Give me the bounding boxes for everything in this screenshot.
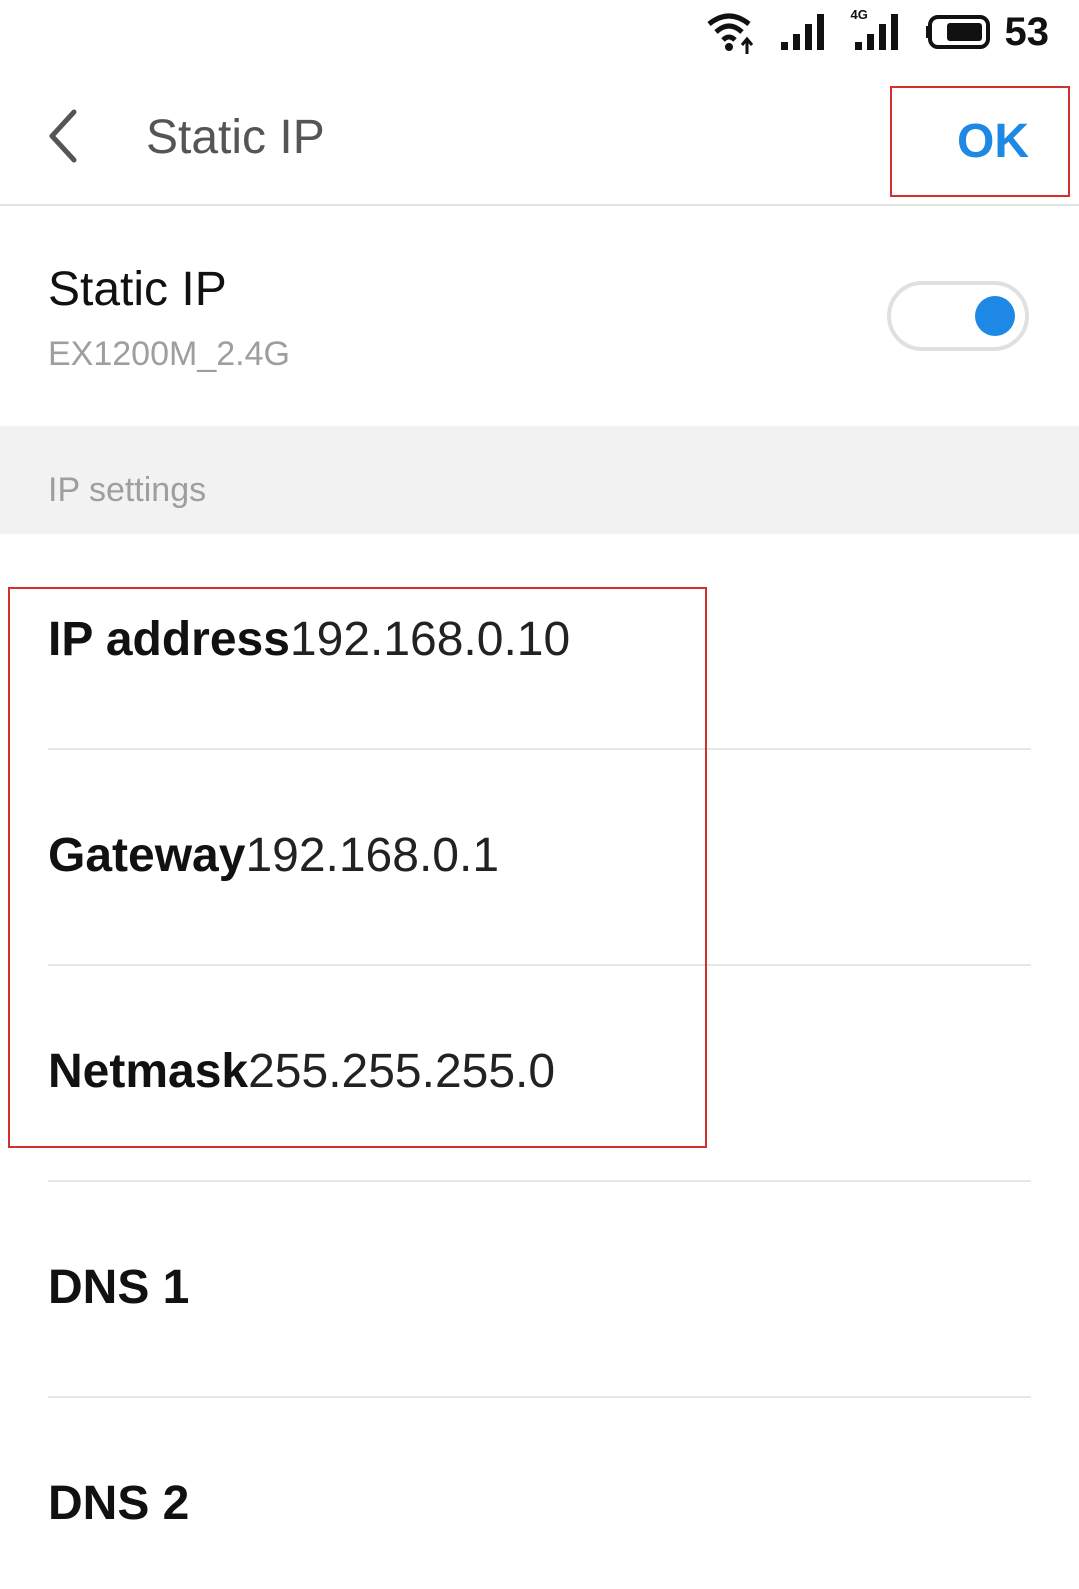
battery-level: 53 <box>1004 10 1050 54</box>
battery-icon <box>925 15 991 49</box>
field-label: Netmask <box>48 1045 249 1098</box>
field-label: IP address <box>48 613 290 666</box>
gateway-field[interactable]: Gateway192.168.0.1 <box>0 750 1079 966</box>
dns1-field[interactable]: DNS 1 <box>0 1182 1079 1398</box>
ok-button[interactable]: OK <box>890 86 1070 197</box>
field-label: DNS 1 <box>48 1261 190 1314</box>
network-type-label: 4G <box>850 7 868 22</box>
dns2-field[interactable]: DNS 2 <box>0 1398 1079 1589</box>
ip-address-field[interactable]: IP address192.168.0.10 <box>0 534 1079 750</box>
gateway-input[interactable]: 192.168.0.1 <box>245 829 499 882</box>
static-ip-toggle-row[interactable]: Static IP EX1200M_2.4G <box>0 208 1079 426</box>
page-title: Static IP <box>146 111 325 164</box>
section-title: IP settings <box>48 471 207 509</box>
static-ip-screen: 4G 53 Static IP OK Static IP EX1200M_2.4… <box>0 0 1079 1589</box>
static-ip-switch[interactable] <box>887 281 1029 351</box>
field-label: Gateway <box>48 829 246 882</box>
signal-icon <box>779 12 827 52</box>
wifi-icon <box>706 10 755 54</box>
status-bar: 4G 53 <box>0 0 1079 66</box>
netmask-input[interactable]: 255.255.255.0 <box>248 1045 555 1098</box>
chevron-left-icon <box>49 109 77 163</box>
ip-address-input[interactable]: 192.168.0.10 <box>290 613 570 666</box>
network-ssid: EX1200M_2.4G <box>48 335 290 373</box>
ip-settings-header: IP settings <box>0 426 1079 534</box>
back-button[interactable] <box>40 106 90 166</box>
netmask-field[interactable]: Netmask255.255.255.0 <box>0 966 1079 1182</box>
status-icons: 4G 53 <box>706 8 1050 54</box>
switch-knob <box>975 296 1015 336</box>
4g-signal-icon: 4G <box>850 8 901 52</box>
field-label: DNS 2 <box>48 1477 190 1530</box>
static-ip-label: Static IP <box>48 263 227 316</box>
app-bar: Static IP OK <box>0 66 1079 206</box>
